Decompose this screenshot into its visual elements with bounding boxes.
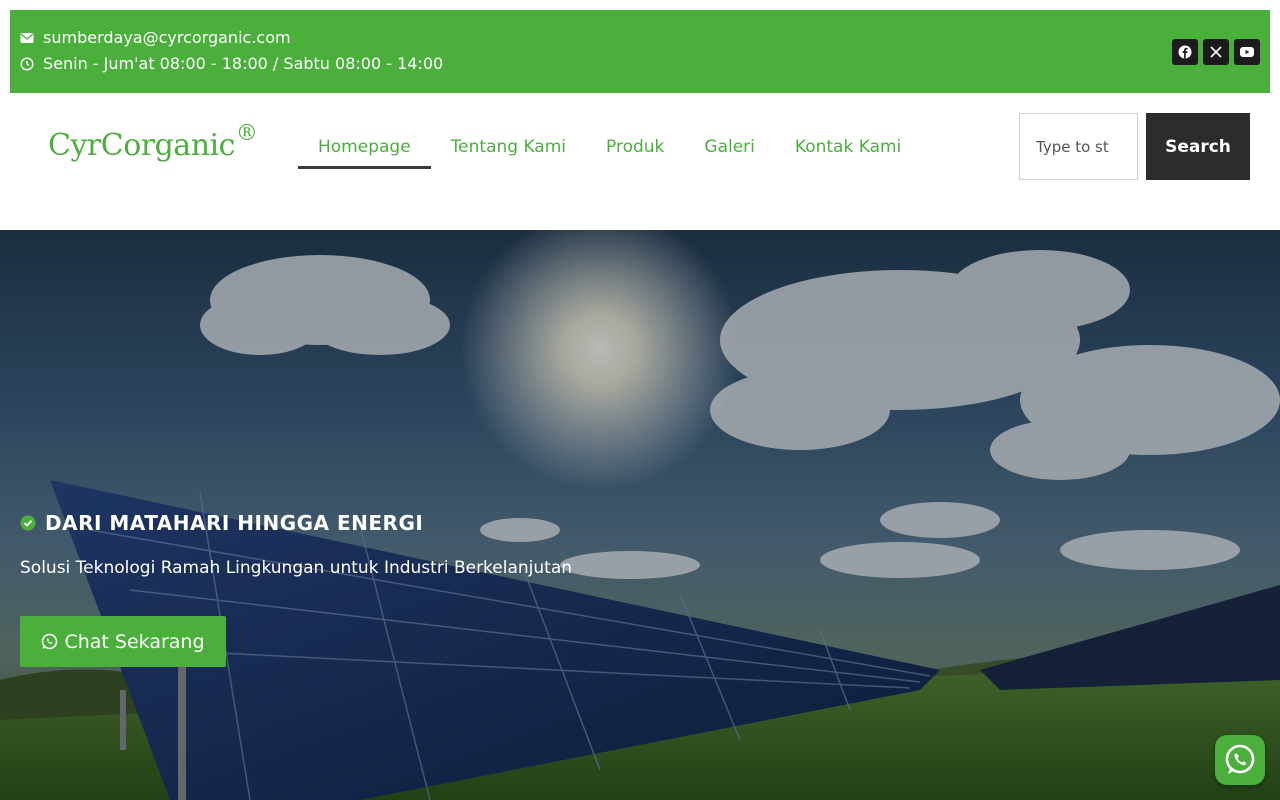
search-button[interactable]: Search [1146, 113, 1250, 180]
facebook-link[interactable] [1172, 39, 1198, 65]
x-twitter-link[interactable] [1203, 39, 1229, 65]
x-twitter-icon [1210, 46, 1222, 58]
chat-now-button[interactable]: Chat Sekarang [20, 616, 226, 667]
registered-mark: ® [235, 121, 258, 146]
hours-text: Senin - Jum'at 08:00 - 18:00 / Sabtu 08:… [43, 54, 444, 73]
youtube-link[interactable] [1234, 39, 1260, 65]
hero-subtitle: Solusi Teknologi Ramah Lingkungan untuk … [20, 558, 573, 578]
nav-item-galeri[interactable]: Galeri [684, 125, 775, 169]
whatsapp-float-button[interactable] [1215, 735, 1265, 785]
nav-item-homepage[interactable]: Homepage [298, 125, 431, 169]
main-nav: Homepage Tentang Kami Produk Galeri Kont… [298, 125, 921, 169]
facebook-icon [1178, 45, 1192, 59]
site-header: CyrCorganic® Homepage Tentang Kami Produ… [0, 93, 1280, 230]
nav-item-kontak-kami[interactable]: Kontak Kami [775, 125, 921, 169]
hero-heading: DARI MATAHARI HINGGA ENERGI [20, 511, 423, 535]
clock-icon [20, 56, 34, 71]
email-text[interactable]: sumberdaya@cyrcorganic.com [43, 28, 291, 47]
business-hours: Senin - Jum'at 08:00 - 18:00 / Sabtu 08:… [20, 54, 443, 73]
logo-text: CyrCorganic [48, 128, 235, 163]
whatsapp-icon [41, 633, 58, 650]
social-links [1172, 39, 1260, 65]
chat-now-label: Chat Sekarang [64, 630, 205, 653]
hero-title-text: DARI MATAHARI HINGGA ENERGI [45, 511, 424, 535]
envelope-icon [20, 31, 34, 45]
check-circle-icon [20, 515, 36, 531]
nav-item-tentang-kami[interactable]: Tentang Kami [431, 125, 586, 169]
contact-email: sumberdaya@cyrcorganic.com [20, 28, 291, 47]
whatsapp-icon [1225, 744, 1255, 774]
youtube-icon [1240, 47, 1254, 57]
site-logo[interactable]: CyrCorganic® [48, 121, 258, 163]
nav-item-produk[interactable]: Produk [586, 125, 684, 169]
hero-banner: DARI MATAHARI HINGGA ENERGI Solusi Tekno… [0, 230, 1280, 800]
search-input[interactable] [1019, 113, 1138, 180]
top-bar: sumberdaya@cyrcorganic.com Senin - Jum'a… [10, 10, 1270, 93]
